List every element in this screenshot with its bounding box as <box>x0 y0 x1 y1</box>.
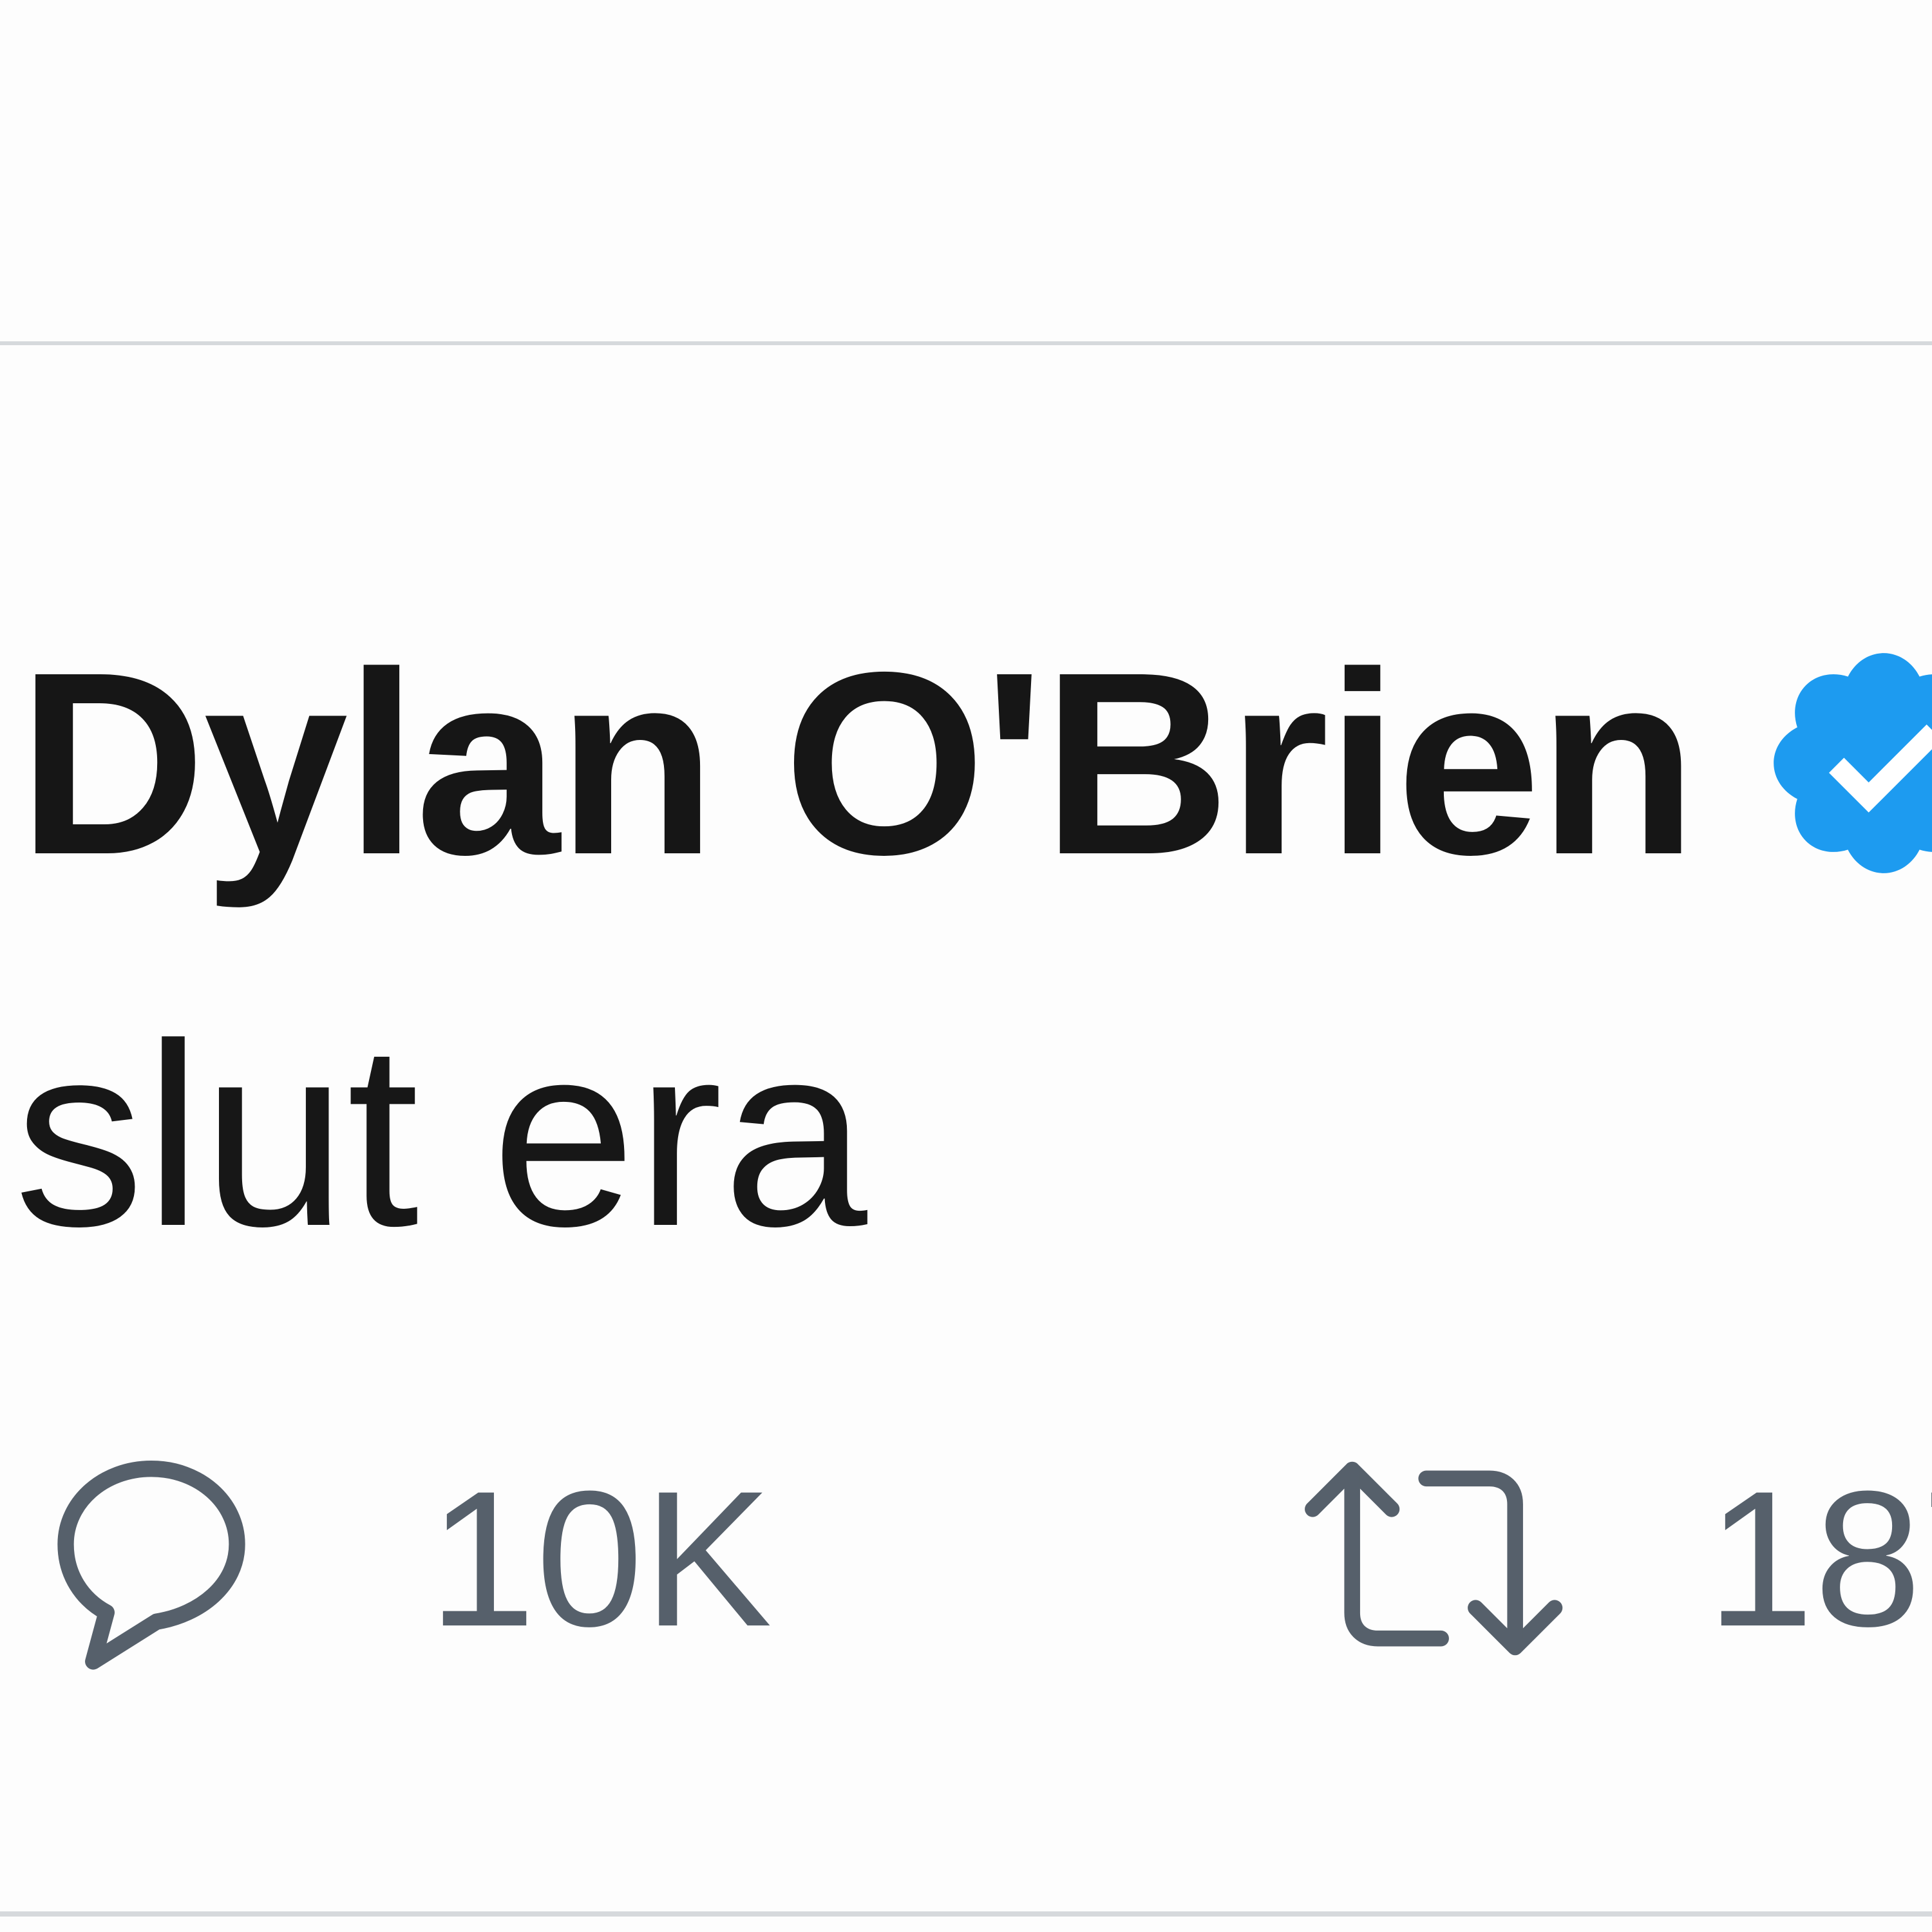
tweet-screenshot: Dylan O'Brien slut era 10K 187 <box>0 0 1932 1932</box>
reply-icon <box>57 1461 245 1670</box>
retweet-button[interactable]: 187 <box>1288 1423 1932 1694</box>
tweet-text: slut era <box>14 989 867 1280</box>
bottom-divider <box>0 1911 1932 1917</box>
verified-badge-icon <box>1774 653 1932 873</box>
retweet-count: 187 <box>1707 1450 1932 1667</box>
author-display-name[interactable]: Dylan O'Brien <box>18 633 1697 893</box>
top-divider <box>0 341 1932 345</box>
reply-button[interactable]: 10K <box>29 1423 772 1694</box>
tweet-author-row: Dylan O'Brien <box>18 633 1697 893</box>
reply-count: 10K <box>428 1450 772 1667</box>
retweet-icon <box>1305 1461 1563 1656</box>
